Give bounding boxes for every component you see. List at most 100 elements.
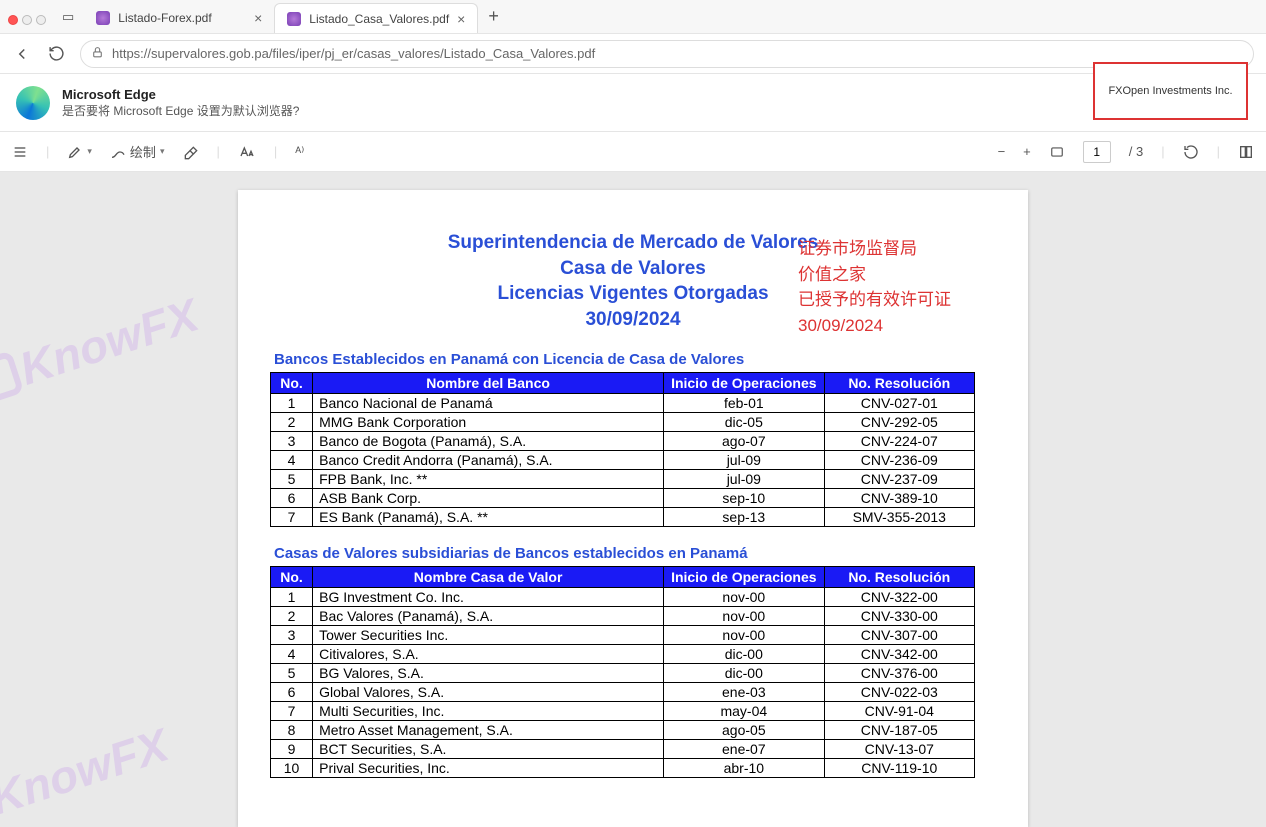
tab-title: Listado-Forex.pdf <box>118 11 211 25</box>
watermark: KnowFX <box>0 717 175 827</box>
cell-name: Multi Securities, Inc. <box>313 701 664 720</box>
table-row: 4Citivalores, S.A.dic-00CNV-342-00 <box>271 644 975 663</box>
cell-no: 4 <box>271 450 313 469</box>
col-res: No. Resolución <box>824 372 974 393</box>
cell-date: dic-05 <box>664 412 824 431</box>
table-casas: No. Nombre Casa de Valor Inicio de Opera… <box>270 566 975 778</box>
cell-no: 8 <box>271 720 313 739</box>
section-heading-2: Casas de Valores subsidiarias de Bancos … <box>274 545 1000 562</box>
cell-date: nov-00 <box>664 587 824 606</box>
col-no: No. <box>271 566 313 587</box>
cell-res: CNV-237-09 <box>824 469 974 488</box>
cell-date: feb-01 <box>664 393 824 412</box>
edge-logo-icon <box>16 86 50 120</box>
tab-listado-forex[interactable]: Listado-Forex.pdf × <box>84 3 274 33</box>
tab-actions-icon[interactable]: ▭ <box>52 9 84 33</box>
cell-date: ene-07 <box>664 739 824 758</box>
cell-name: Metro Asset Management, S.A. <box>313 720 664 739</box>
prompt-title: Microsoft Edge <box>62 87 299 102</box>
close-icon[interactable]: × <box>254 10 262 26</box>
cell-name: MMG Bank Corporation <box>313 412 664 431</box>
cell-name: BG Investment Co. Inc. <box>313 587 664 606</box>
table-row: 3Tower Securities Inc.nov-00CNV-307-00 <box>271 625 975 644</box>
fit-page-button[interactable] <box>1049 145 1065 159</box>
col-name: Nombre del Banco <box>313 372 664 393</box>
table-row: 2Bac Valores (Panamá), S.A.nov-00CNV-330… <box>271 606 975 625</box>
cell-no: 1 <box>271 393 313 412</box>
new-tab-button[interactable]: + <box>478 6 509 33</box>
table-row: 6Global Valores, S.A.ene-03CNV-022-03 <box>271 682 975 701</box>
cell-name: Citivalores, S.A. <box>313 644 664 663</box>
table-row: 2MMG Bank Corporationdic-05CNV-292-05 <box>271 412 975 431</box>
table-row: 1BG Investment Co. Inc.nov-00CNV-322-00 <box>271 587 975 606</box>
refresh-button[interactable] <box>46 44 66 64</box>
pdf-viewport[interactable]: KnowFX KnowFX KnowFX KnowFX KnowFX Super… <box>0 172 1266 827</box>
cell-res: CNV-187-05 <box>824 720 974 739</box>
cell-name: Banco Nacional de Panamá <box>313 393 664 412</box>
zoom-out-button[interactable]: − <box>998 144 1006 159</box>
titlebar: ▭ Listado-Forex.pdf × Listado_Casa_Valor… <box>0 0 1266 34</box>
cell-res: SMV-355-2013 <box>824 507 974 526</box>
cell-date: may-04 <box>664 701 824 720</box>
cell-res: CNV-224-07 <box>824 431 974 450</box>
erase-tool[interactable] <box>182 144 198 160</box>
pdf-toolbar: | ▾ 绘制 ▾ | | ᴬ⁾ − + / 3 | | <box>0 132 1266 172</box>
cell-name: ES Bank (Panamá), S.A. ** <box>313 507 664 526</box>
highlight-text: FXOpen Investments Inc. <box>1108 85 1232 97</box>
contents-button[interactable] <box>12 144 28 160</box>
cell-res: CNV-027-01 <box>824 393 974 412</box>
prompt-subtitle: 是否要将 Microsoft Edge 设置为默认浏览器? <box>62 102 299 119</box>
cell-no: 4 <box>271 644 313 663</box>
page-number-input[interactable] <box>1083 141 1111 163</box>
cell-res: CNV-292-05 <box>824 412 974 431</box>
cell-date: jul-09 <box>664 450 824 469</box>
max-dot-icon[interactable] <box>36 15 46 25</box>
table-bancos: No. Nombre del Banco Inicio de Operacion… <box>270 372 975 527</box>
pdf-favicon-icon <box>287 12 301 26</box>
watermark: KnowFX <box>0 287 205 410</box>
translation-annotation: 证券市场监督局 价值之家 已授予的有效许可证 30/09/2024 <box>798 236 951 338</box>
table-row: 7Multi Securities, Inc.may-04CNV-91-04 <box>271 701 975 720</box>
lock-icon <box>91 46 104 62</box>
cell-date: nov-00 <box>664 625 824 644</box>
highlight-tool[interactable]: ▾ <box>67 144 92 160</box>
page-view-button[interactable] <box>1238 144 1254 160</box>
cell-name: Prival Securities, Inc. <box>313 758 664 777</box>
chevron-down-icon: ▾ <box>87 146 92 157</box>
back-button[interactable] <box>12 44 32 64</box>
close-icon[interactable]: × <box>457 11 465 27</box>
zoom-in-button[interactable]: + <box>1023 144 1031 159</box>
cell-res: CNV-119-10 <box>824 758 974 777</box>
section-heading-1: Bancos Establecidos en Panamá con Licenc… <box>274 351 1000 368</box>
pdf-page: Superintendencia de Mercado de Valores C… <box>238 190 1028 827</box>
tab-listado-casa-valores[interactable]: Listado_Casa_Valores.pdf × <box>274 3 478 33</box>
text-size-tool[interactable] <box>238 144 256 160</box>
read-aloud-tool[interactable]: ᴬ⁾ <box>295 144 304 160</box>
rotate-button[interactable] <box>1183 144 1199 160</box>
cell-date: nov-00 <box>664 606 824 625</box>
min-dot-icon[interactable] <box>22 15 32 25</box>
cell-date: jul-09 <box>664 469 824 488</box>
cell-res: CNV-022-03 <box>824 682 974 701</box>
table-row: 6ASB Bank Corp.sep-10CNV-389-10 <box>271 488 975 507</box>
cell-no: 7 <box>271 701 313 720</box>
cell-res: CNV-342-00 <box>824 644 974 663</box>
cell-date: ene-03 <box>664 682 824 701</box>
cell-res: CNV-91-04 <box>824 701 974 720</box>
table-row: 4Banco Credit Andorra (Panamá), S.A.jul-… <box>271 450 975 469</box>
cell-date: abr-10 <box>664 758 824 777</box>
cell-name: Bac Valores (Panamá), S.A. <box>313 606 664 625</box>
cell-no: 2 <box>271 412 313 431</box>
cell-no: 6 <box>271 488 313 507</box>
cell-res: CNV-236-09 <box>824 450 974 469</box>
cell-name: Global Valores, S.A. <box>313 682 664 701</box>
cell-no: 9 <box>271 739 313 758</box>
cell-date: dic-00 <box>664 663 824 682</box>
cell-res: CNV-13-07 <box>824 739 974 758</box>
draw-tool[interactable]: 绘制 ▾ <box>110 142 165 161</box>
url-input[interactable]: https://supervalores.gob.pa/files/iper/p… <box>80 40 1254 68</box>
close-dot-icon[interactable] <box>8 15 18 25</box>
col-res: No. Resolución <box>824 566 974 587</box>
cell-no: 1 <box>271 587 313 606</box>
table-row: 10Prival Securities, Inc.abr-10CNV-119-1… <box>271 758 975 777</box>
